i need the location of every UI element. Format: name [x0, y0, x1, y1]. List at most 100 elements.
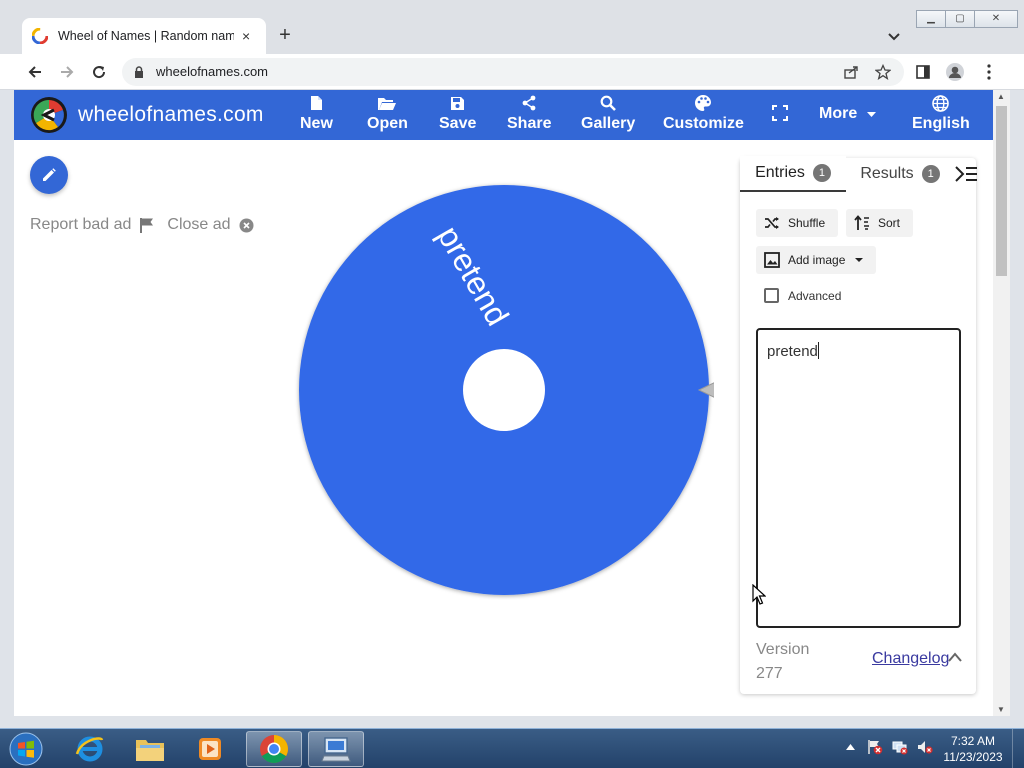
tab-search-chevron-icon[interactable] [884, 26, 904, 46]
taskbar-file-explorer[interactable] [122, 731, 178, 767]
add-image-button[interactable]: Add image [756, 246, 876, 274]
caret-down-icon [855, 258, 864, 262]
window-close-icon[interactable]: ✕ [974, 10, 1018, 28]
folder-icon [136, 740, 164, 761]
wheel-center-hub[interactable] [463, 349, 545, 431]
tab-entries[interactable]: Entries 1 [740, 156, 846, 192]
close-ad-link[interactable]: Close ad [167, 216, 230, 234]
show-hidden-icons-arrow-icon[interactable] [842, 739, 858, 755]
menu-save[interactable]: Save [439, 94, 476, 133]
caret-down-icon [867, 111, 877, 117]
page-scrollbar[interactable]: ▲ ▼ [993, 90, 1010, 716]
search-icon [600, 94, 617, 112]
sort-icon [854, 215, 869, 230]
volume-muted-icon[interactable] [917, 739, 933, 755]
ad-controls: Report bad ad Close ad [30, 216, 254, 234]
lock-icon [135, 66, 143, 78]
remote-desktop-icon [321, 737, 351, 762]
bookmark-star-icon[interactable] [874, 63, 892, 81]
menu-share[interactable]: Share [507, 94, 551, 133]
chrome-icon [260, 735, 288, 763]
new-file-icon [310, 94, 323, 112]
window-controls: ▁ ▢ ✕ [916, 10, 1018, 28]
entries-count-badge: 1 [812, 164, 831, 182]
profile-avatar-icon[interactable] [944, 61, 966, 83]
name-wheel[interactable]: pretend [294, 180, 714, 600]
browser-menu-kebab-icon[interactable] [978, 61, 1000, 83]
report-bad-ad-link[interactable]: Report bad ad [30, 216, 131, 234]
mouse-cursor-icon [752, 584, 766, 605]
url-text: wheelofnames.com [156, 64, 268, 79]
side-panel-icon[interactable] [912, 61, 934, 83]
wheelofnames-logo-icon[interactable] [30, 96, 68, 134]
share-nodes-icon [521, 94, 537, 112]
menu-new[interactable]: New [300, 94, 333, 133]
taskbar-remote-desktop[interactable] [308, 731, 364, 767]
globe-icon [932, 94, 950, 112]
window-frame-left [0, 90, 14, 728]
tab-title: Wheel of Names | Random name [58, 29, 234, 43]
browser-toolbar: wheelofnames.com [0, 54, 1024, 90]
version-info: Version 277 [756, 641, 810, 682]
wheelofnames-favicon-icon [32, 28, 48, 44]
network-icon[interactable] [892, 739, 908, 755]
new-tab-button[interactable]: + [274, 24, 296, 46]
results-count-badge: 1 [921, 165, 940, 183]
menu-customize[interactable]: Customize [663, 94, 744, 133]
image-icon [764, 252, 780, 268]
chevron-up-icon[interactable] [948, 652, 962, 662]
menu-gallery[interactable]: Gallery [581, 94, 635, 133]
address-bar[interactable]: wheelofnames.com [122, 58, 904, 86]
brand-title[interactable]: wheelofnames.com [78, 103, 264, 127]
tab-strip: Wheel of Names | Random name × + ▁ ▢ ✕ [0, 0, 1024, 54]
page-viewport: wheelofnames.com New Open Save Share Gal… [14, 90, 993, 716]
edit-wheel-button[interactable] [30, 156, 68, 194]
action-center-flag-icon[interactable] [867, 739, 883, 755]
close-circle-icon[interactable] [239, 218, 254, 233]
changelog-link[interactable]: Changelog [872, 650, 949, 668]
sort-button[interactable]: Sort [846, 209, 913, 237]
scroll-down-arrow-icon[interactable]: ▼ [997, 705, 1005, 714]
text-caret [817, 342, 819, 359]
browser-tab[interactable]: Wheel of Names | Random name × [22, 18, 266, 54]
tab-close-icon[interactable]: × [242, 28, 250, 44]
windows-orb-icon [9, 732, 43, 766]
maximize-icon[interactable]: ▢ [945, 10, 975, 28]
advanced-checkbox[interactable] [764, 288, 779, 303]
back-arrow-icon[interactable] [24, 61, 46, 83]
show-desktop-button[interactable] [1012, 729, 1024, 768]
share-page-icon[interactable] [842, 63, 860, 81]
entries-textarea[interactable]: pretend [756, 328, 961, 628]
reload-icon[interactable] [88, 61, 110, 83]
taskbar-chrome[interactable] [246, 731, 302, 767]
system-tray [842, 739, 942, 755]
shuffle-button[interactable]: Shuffle [756, 209, 838, 237]
save-floppy-icon [450, 94, 465, 112]
forward-arrow-icon[interactable] [56, 61, 78, 83]
scroll-up-arrow-icon[interactable]: ▲ [997, 92, 1005, 101]
menu-language[interactable]: English [912, 94, 970, 133]
sidebar-tabs: Entries 1 Results 1 [740, 156, 990, 194]
window-frame-right [1010, 90, 1024, 728]
taskbar-clock[interactable]: 7:32 AM 11/23/2023 [940, 733, 1006, 765]
tab-results[interactable]: Results 1 [852, 156, 948, 192]
fullscreen-icon[interactable] [772, 105, 788, 121]
menu-open[interactable]: Open [367, 94, 408, 133]
shuffle-icon [765, 217, 779, 229]
internet-explorer-icon [75, 736, 104, 762]
taskbar-internet-explorer[interactable] [62, 731, 118, 767]
scrollbar-thumb[interactable] [996, 106, 1007, 276]
app-bar: wheelofnames.com New Open Save Share Gal… [14, 90, 993, 140]
menu-more[interactable]: More [819, 105, 877, 123]
flag-icon[interactable] [139, 217, 155, 233]
windows-taskbar: 7:32 AM 11/23/2023 [0, 728, 1024, 768]
window-frame-bottom [0, 716, 1024, 728]
folder-open-icon [377, 94, 397, 112]
advanced-option[interactable]: Advanced [764, 288, 841, 303]
media-player-icon [199, 738, 221, 760]
collapse-sidebar-icon[interactable] [954, 164, 978, 184]
taskbar-media-player[interactable] [182, 731, 238, 767]
start-button[interactable] [6, 730, 46, 768]
minimize-icon[interactable]: ▁ [916, 10, 946, 28]
palette-icon [694, 94, 712, 112]
